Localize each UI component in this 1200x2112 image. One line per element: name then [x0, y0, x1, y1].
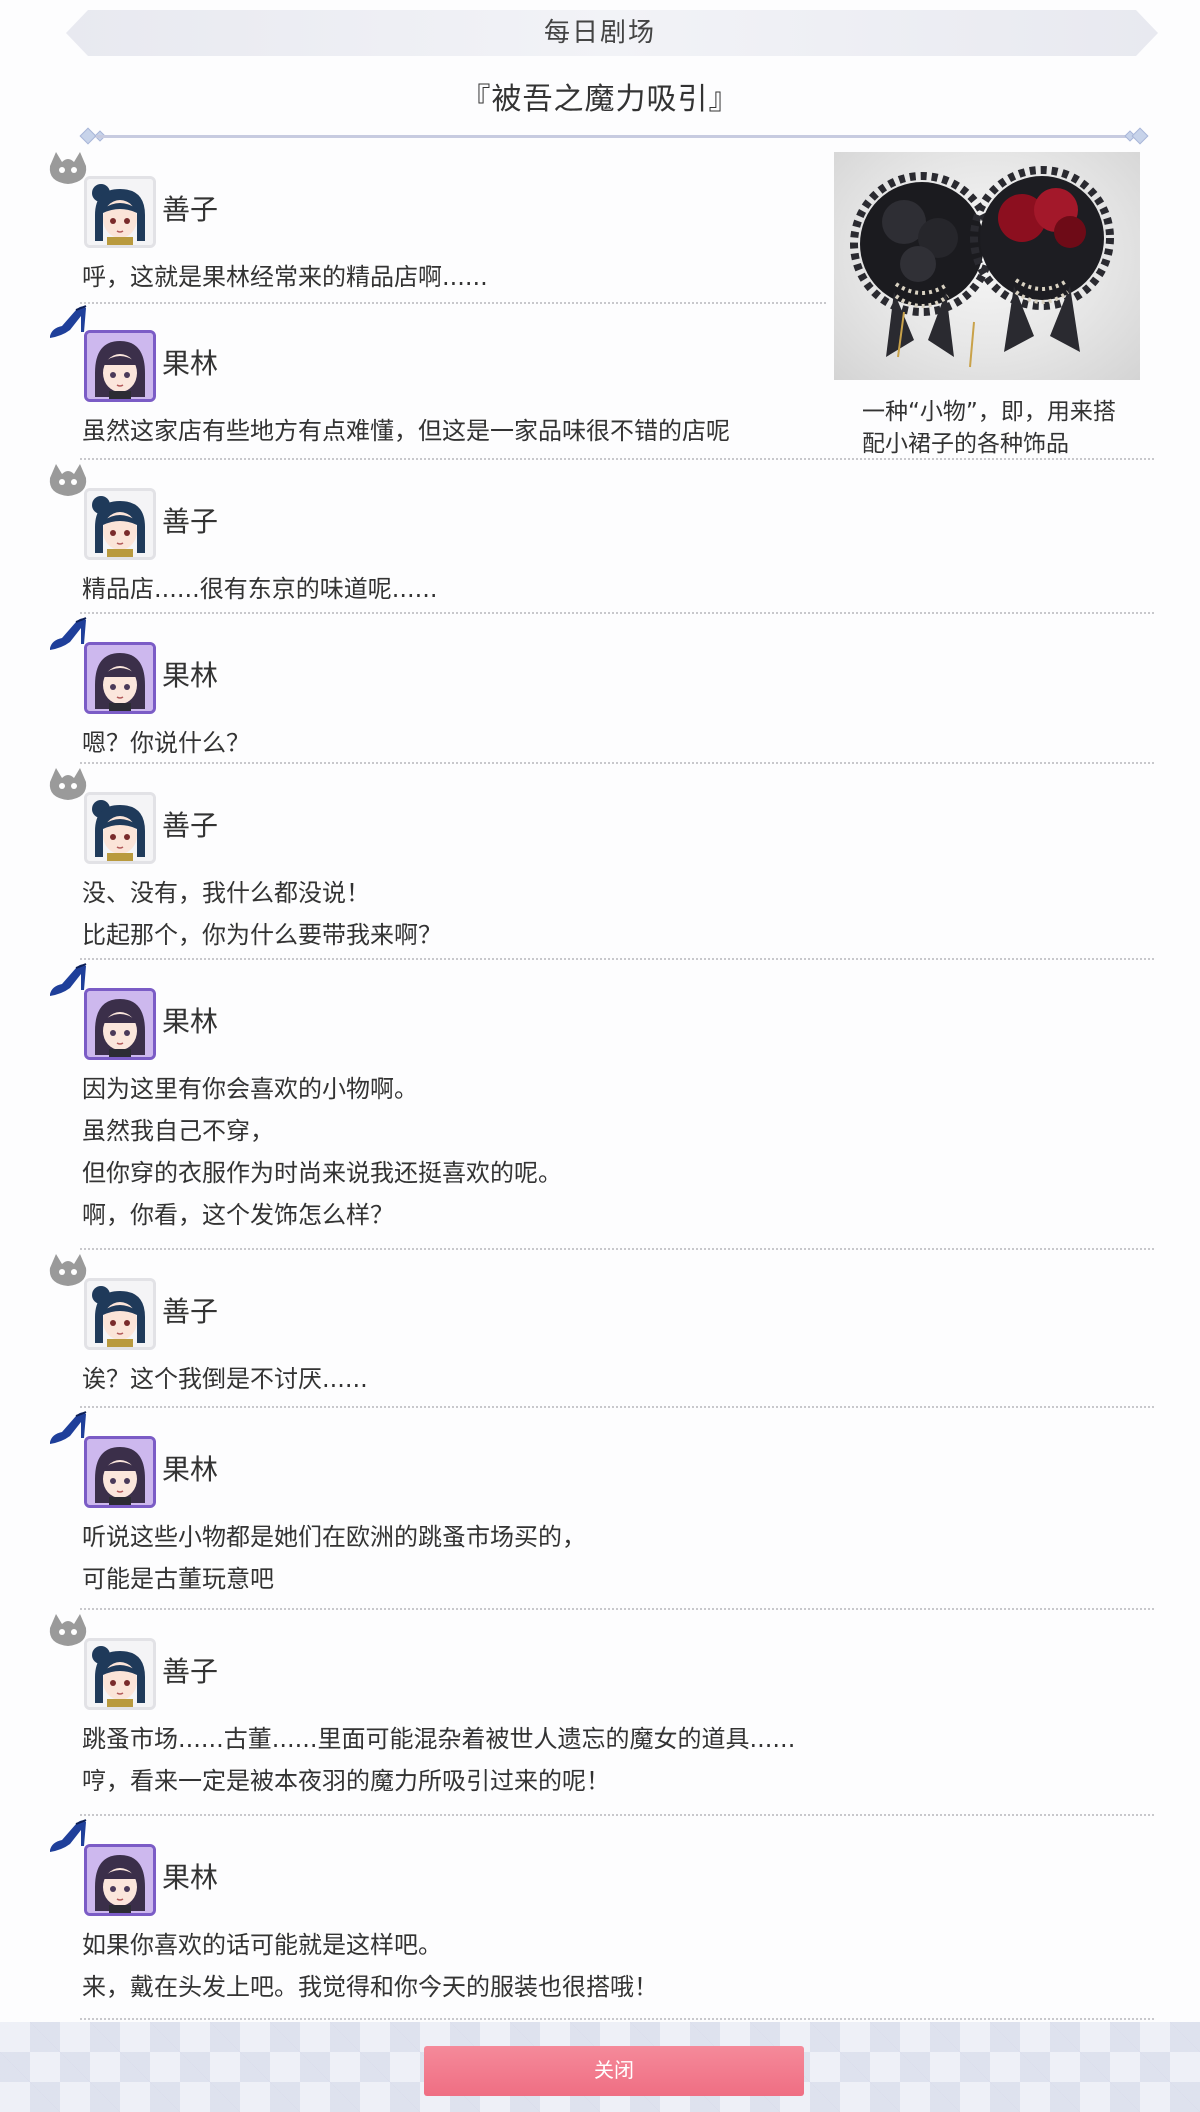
speaker-name: 果林	[162, 1453, 219, 1486]
speaker-name: 果林	[162, 659, 219, 692]
speaker-name: 果林	[162, 1005, 219, 1038]
bat-mascot-icon	[46, 148, 88, 188]
dialog-line: 来，戴在头发上吧。我觉得和你今天的服装也很搭哦！	[82, 1973, 658, 2001]
dialog-line: 哼，看来一定是被本夜羽的魔力所吸引过来的呢！	[82, 1767, 610, 1795]
high-heel-icon	[46, 614, 88, 654]
avatar-karin	[84, 642, 156, 714]
dialog-line: 诶？这个我倒是不讨厌......	[82, 1365, 368, 1393]
bat-mascot-icon	[46, 1610, 88, 1650]
speaker-name: 善子	[162, 505, 219, 538]
bat-mascot-icon	[46, 460, 88, 500]
dialog-line: 虽然我自己不穿，	[82, 1117, 274, 1145]
dialog-line: 但你穿的衣服作为时尚来说我还挺喜欢的呢。	[82, 1159, 562, 1187]
high-heel-icon	[46, 960, 88, 1000]
avatar-karin	[84, 1436, 156, 1508]
speaker-name: 善子	[162, 1655, 219, 1688]
dialog-line: 如果你喜欢的话可能就是这样吧。	[82, 1931, 442, 1959]
avatar-karin	[84, 1844, 156, 1916]
bat-mascot-icon	[46, 1250, 88, 1290]
dialog-line: 听说这些小物都是她们在欧洲的跳蚤市场买的，	[82, 1523, 586, 1551]
dialog-entry: 善子跳蚤市场......古董......里面可能混杂着被世人遗忘的魔女的道具..…	[46, 1610, 1154, 1816]
dialog-entry: 善子呼，这就是果林经常来的精品店啊......	[46, 148, 1146, 304]
dialog-line: 跳蚤市场......古董......里面可能混杂着被世人遗忘的魔女的道具....…	[82, 1725, 796, 1753]
avatar-yoshiko	[84, 792, 156, 864]
dialog-line: 比起那个，你为什么要带我来啊？	[82, 921, 442, 949]
story-title: 『被吾之魔力吸引』	[460, 82, 740, 117]
speaker-name: 善子	[162, 1295, 219, 1328]
dialog-entry: 善子诶？这个我倒是不讨厌......	[46, 1250, 1154, 1408]
high-heel-icon	[46, 1816, 88, 1856]
dialog-entry: 果林听说这些小物都是她们在欧洲的跳蚤市场买的， 可能是古董玩意吧	[46, 1408, 1154, 1610]
title-divider	[96, 135, 1132, 138]
speaker-name: 果林	[162, 1861, 219, 1894]
avatar-yoshiko	[84, 176, 156, 248]
speaker-name: 善子	[162, 193, 219, 226]
dialog-entry: 果林嗯？你说什么？	[46, 614, 1154, 764]
daily-theater-page: 每日剧场 『被吾之魔力吸引』 一种“小物”，即，用来搭 配小裙子的各种饰品 善子…	[0, 0, 1200, 2112]
dialog-entry: 果林因为这里有你会喜欢的小物啊。 虽然我自己不穿， 但你穿的衣服作为时尚来说我还挺喜…	[46, 960, 1154, 1250]
dialog-entry: 善子没、没有，我什么都没说！ 比起那个，你为什么要带我来啊？	[46, 764, 1154, 960]
dialog-entry: 果林如果你喜欢的话可能就是这样吧。来，戴在头发上吧。我觉得和你今天的服装也很搭哦…	[46, 1816, 1154, 2020]
rule-right-diamond	[1131, 127, 1149, 145]
high-heel-icon	[46, 1408, 88, 1448]
dialog-line: 没、没有，我什么都没说！	[82, 879, 370, 907]
dialog-separator	[80, 2018, 1154, 2020]
avatar-yoshiko	[84, 1278, 156, 1350]
avatar-karin	[84, 988, 156, 1060]
dialog-entry: 善子精品店......很有东京的味道呢......	[46, 460, 1154, 614]
close-button[interactable]: 关闭	[424, 2046, 804, 2096]
dialog-line: 精品店......很有东京的味道呢......	[82, 575, 438, 603]
dialog-line: 可能是古董玩意吧	[82, 1565, 274, 1593]
header-title: 每日剧场	[543, 18, 656, 48]
dialog-entry: 果林虽然这家店有些地方有点难懂，但这是一家品味很不错的店呢	[46, 302, 1154, 460]
avatar-karin	[84, 330, 156, 402]
dialog-line: 嗯？你说什么？	[82, 729, 250, 757]
avatar-yoshiko	[84, 1638, 156, 1710]
dialog-line: 呼，这就是果林经常来的精品店啊......	[82, 263, 488, 291]
dialog-line: 因为这里有你会喜欢的小物啊。	[82, 1075, 418, 1103]
high-heel-icon	[46, 302, 88, 342]
speaker-name: 善子	[162, 809, 219, 842]
dialog-line: 啊，你看，这个发饰怎么样？	[82, 1201, 394, 1229]
bat-mascot-icon	[46, 764, 88, 804]
dialog-line: 虽然这家店有些地方有点难懂，但这是一家品味很不错的店呢	[82, 417, 730, 445]
avatar-yoshiko	[84, 488, 156, 560]
speaker-name: 果林	[162, 347, 219, 380]
